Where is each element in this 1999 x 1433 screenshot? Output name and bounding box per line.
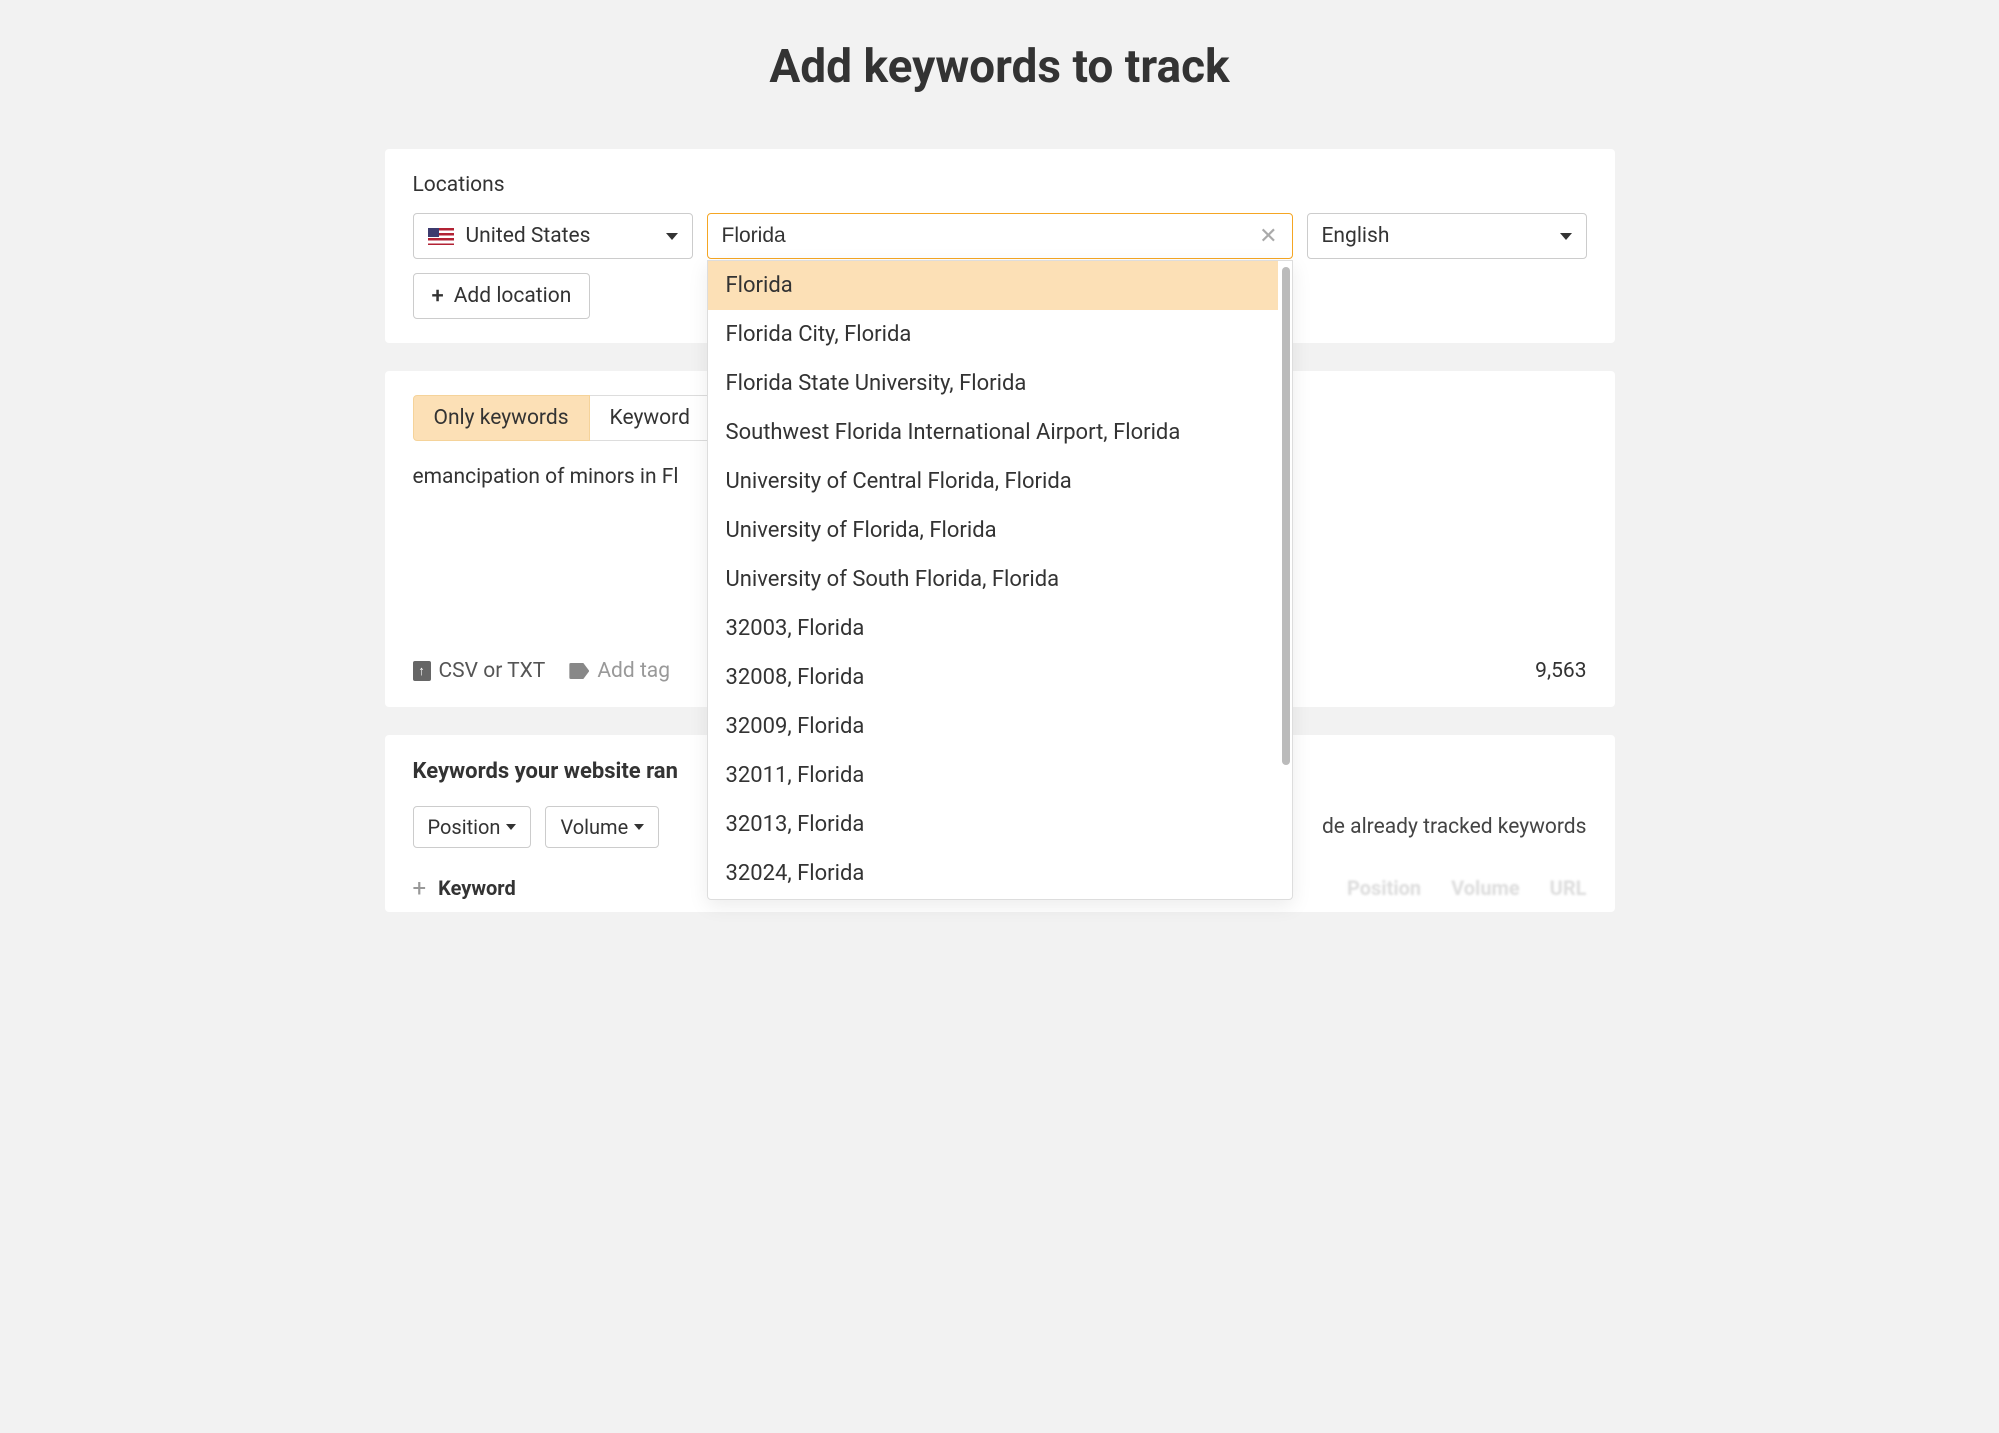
chevron-down-icon [634, 824, 644, 830]
add-location-label: Add location [454, 284, 572, 308]
country-value: United States [466, 224, 591, 248]
add-all-icon[interactable]: + [413, 874, 427, 902]
column-keyword[interactable]: Keyword [438, 876, 516, 900]
location-suggestion-item[interactable]: University of Central Florida, Florida [708, 457, 1278, 506]
plus-icon: + [432, 284, 444, 309]
chevron-down-icon [506, 824, 516, 830]
location-suggestion-item[interactable]: Florida City, Florida [708, 310, 1278, 359]
location-suggestion-item[interactable]: Florida [708, 261, 1278, 310]
upload-icon [413, 661, 431, 681]
dropdown-scrollbar[interactable] [1278, 261, 1292, 899]
location-search-input[interactable] [722, 224, 1260, 248]
locations-panel: Locations United States ✕ FloridaFlorida… [385, 149, 1615, 343]
chevron-down-icon [666, 233, 678, 240]
location-suggestion-item[interactable]: 32009, Florida [708, 702, 1278, 751]
filter-position[interactable]: Position [413, 806, 532, 848]
hide-tracked-text: de already tracked keywords [1322, 815, 1587, 839]
location-suggestion-item[interactable]: University of Florida, Florida [708, 506, 1278, 555]
add-location-button[interactable]: + Add location [413, 273, 591, 319]
tag-icon [569, 663, 589, 679]
locations-label: Locations [413, 173, 1587, 197]
upload-csv-txt-button[interactable]: CSV or TXT [413, 659, 546, 683]
location-suggestion-item[interactable]: 32024, Florida [708, 849, 1278, 898]
clear-icon[interactable]: ✕ [1259, 224, 1277, 249]
chevron-down-icon [1560, 233, 1572, 240]
location-suggestion-item[interactable]: Florida State University, Florida [708, 359, 1278, 408]
location-suggestion-item[interactable]: Southwest Florida International Airport,… [708, 408, 1278, 457]
location-suggestions-dropdown: FloridaFlorida City, FloridaFlorida Stat… [707, 260, 1293, 900]
obscured-columns: Position Volume URL [1347, 876, 1587, 900]
flag-us-icon [428, 228, 454, 245]
location-suggestion-item[interactable]: University of South Florida, Florida [708, 555, 1278, 604]
filter-volume[interactable]: Volume [545, 806, 659, 848]
language-value: English [1322, 224, 1390, 248]
language-select[interactable]: English [1307, 213, 1587, 259]
tab-keywords-url[interactable]: Keyword [590, 395, 711, 441]
location-search-input-wrap[interactable]: ✕ [707, 213, 1293, 259]
tab-only-keywords[interactable]: Only keywords [413, 395, 590, 441]
location-suggestion-item[interactable]: 32013, Florida [708, 800, 1278, 849]
keywords-counter: 9,563 [1535, 659, 1586, 683]
page-title: Add keywords to track [385, 40, 1615, 94]
location-suggestion-item[interactable]: 32011, Florida [708, 751, 1278, 800]
location-suggestion-item[interactable]: 32008, Florida [708, 653, 1278, 702]
add-tag-button[interactable]: Add tag [569, 659, 670, 683]
location-suggestion-item[interactable]: 32003, Florida [708, 604, 1278, 653]
country-select[interactable]: United States [413, 213, 693, 259]
location-suggestion-item[interactable]: 32025, Florida [708, 898, 1278, 899]
